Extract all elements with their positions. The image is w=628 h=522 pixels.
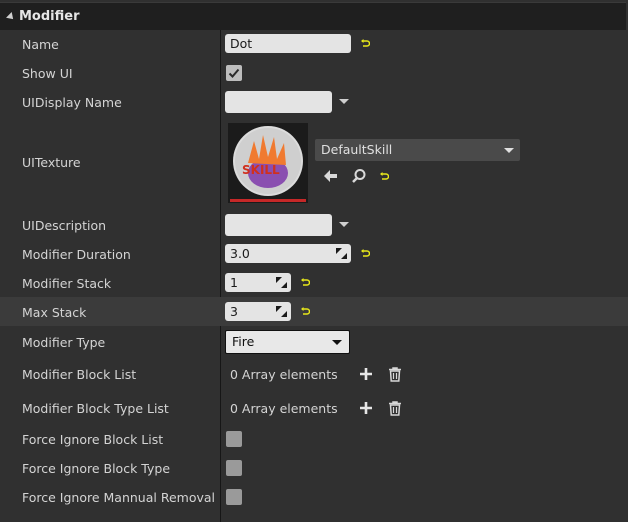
modifier-type-select[interactable]: Fire — [225, 330, 350, 354]
row-show-ui: Show UI — [0, 62, 628, 84]
label-ui-texture: UITexture — [22, 155, 81, 170]
details-panel: Modifier Name Dot Show UI UIDisplay Name… — [0, 0, 628, 522]
modifier-duration-input[interactable]: 3.0 — [225, 244, 351, 263]
label-max-stack: Max Stack — [22, 305, 87, 320]
row-modifier-stack: Modifier Stack 1 — [0, 272, 628, 294]
section-header-modifier[interactable]: Modifier — [0, 2, 626, 30]
drag-spin-icon[interactable] — [336, 248, 347, 259]
label-modifier-stack: Modifier Stack — [22, 276, 112, 291]
reset-to-default-icon[interactable] — [360, 39, 370, 49]
texture-asset-combo[interactable]: DefaultSkill — [315, 139, 520, 161]
reset-to-default-icon[interactable] — [360, 249, 370, 259]
reset-to-default-icon[interactable] — [300, 278, 310, 288]
row-ui-texture: UITexture SKILL DefaultSkill — [0, 120, 628, 208]
array-count: 0 Array elements — [230, 401, 338, 416]
label-ui-display-name: UIDisplay Name — [22, 95, 122, 110]
text-options-dropdown-icon[interactable] — [339, 222, 349, 227]
array-count: 0 Array elements — [230, 367, 338, 382]
chevron-down-icon — [332, 340, 342, 345]
label-name: Name — [22, 37, 59, 52]
max-stack-input[interactable]: 3 — [225, 302, 291, 321]
thumbnail-text: SKILL — [242, 163, 280, 177]
show-ui-checkbox[interactable] — [226, 65, 242, 81]
label-force-ignore-block-list: Force Ignore Block List — [22, 432, 164, 447]
section-title: Modifier — [19, 9, 80, 24]
collapse-arrow-icon[interactable] — [6, 11, 16, 22]
ui-display-name-input[interactable] — [225, 91, 332, 113]
trash-icon[interactable] — [387, 366, 403, 382]
checkmark-icon — [228, 68, 240, 78]
name-input[interactable]: Dot — [225, 34, 351, 53]
label-modifier-block-list: Modifier Block List — [22, 367, 137, 382]
row-modifier-duration: Modifier Duration 3.0 — [0, 243, 628, 265]
reset-to-default-icon[interactable] — [379, 172, 389, 182]
modifier-stack-input[interactable]: 1 — [225, 273, 291, 292]
use-selected-asset-icon[interactable] — [322, 168, 338, 184]
label-ui-description: UIDescription — [22, 218, 107, 233]
max-stack-value: 3 — [230, 304, 238, 319]
label-force-ignore-block-type: Force Ignore Block Type — [22, 461, 171, 476]
ui-description-input[interactable] — [225, 214, 332, 236]
modifier-duration-value: 3.0 — [230, 246, 250, 261]
texture-asset-value: DefaultSkill — [321, 142, 393, 157]
row-modifier-block-type-list: Modifier Block Type List 0 Array element… — [0, 396, 628, 420]
reset-to-default-icon[interactable] — [300, 307, 310, 317]
row-name: Name Dot — [0, 33, 628, 55]
row-max-stack: Max Stack 3 — [0, 297, 628, 326]
row-ui-description: UIDescription — [0, 213, 628, 238]
row-modifier-type: Modifier Type Fire — [0, 330, 628, 354]
text-options-dropdown-icon[interactable] — [339, 99, 349, 104]
row-modifier-block-list: Modifier Block List 0 Array elements — [0, 362, 628, 386]
chevron-down-icon — [504, 148, 514, 153]
label-modifier-block-type-list: Modifier Block Type List — [22, 401, 169, 416]
force-ignore-manual-removal-checkbox[interactable] — [226, 489, 242, 505]
row-force-ignore-block-list: Force Ignore Block List — [0, 428, 628, 450]
label-show-ui: Show UI — [22, 66, 73, 81]
row-force-ignore-manual-removal: Force Ignore Mannual Removal — [0, 486, 628, 508]
name-value: Dot — [230, 36, 253, 51]
force-ignore-block-list-checkbox[interactable] — [226, 431, 242, 447]
label-modifier-type: Modifier Type — [22, 335, 106, 350]
add-element-icon[interactable] — [358, 366, 374, 382]
force-ignore-block-type-checkbox[interactable] — [226, 460, 242, 476]
texture-thumbnail[interactable]: SKILL — [228, 123, 308, 203]
drag-spin-icon[interactable] — [276, 277, 287, 288]
label-modifier-duration: Modifier Duration — [22, 247, 131, 262]
trash-icon[interactable] — [387, 400, 403, 416]
add-element-icon[interactable] — [358, 400, 374, 416]
modifier-stack-value: 1 — [230, 275, 238, 290]
browse-asset-icon[interactable] — [351, 168, 367, 184]
row-force-ignore-block-type: Force Ignore Block Type — [0, 457, 628, 479]
drag-spin-icon[interactable] — [276, 306, 287, 317]
label-force-ignore-manual-removal: Force Ignore Mannual Removal — [22, 490, 215, 505]
modifier-type-value: Fire — [232, 334, 255, 349]
row-ui-display-name: UIDisplay Name — [0, 90, 628, 114]
